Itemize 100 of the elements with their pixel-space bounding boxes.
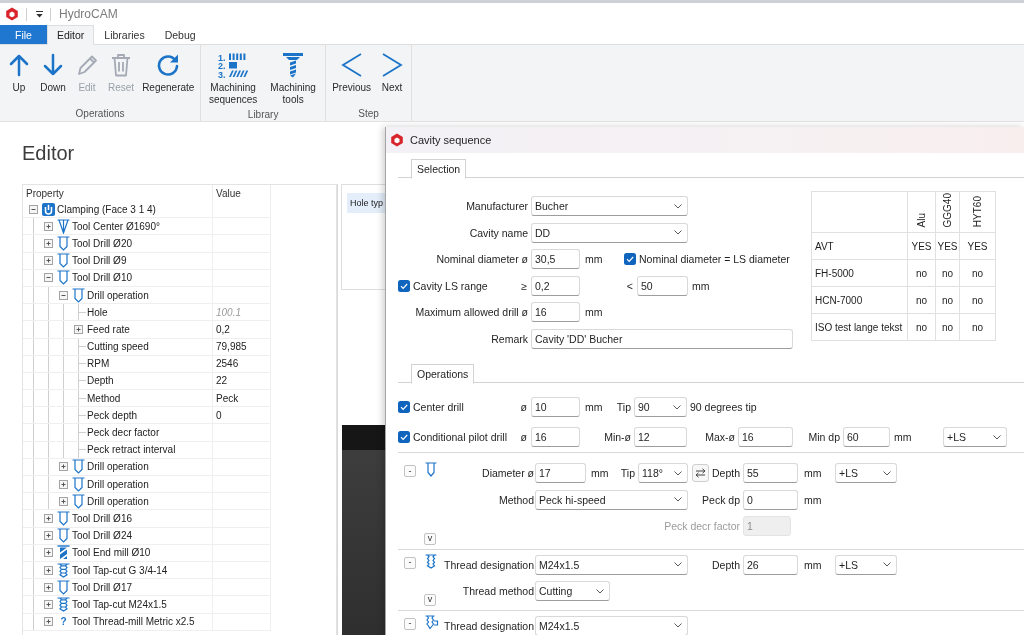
plus-box-icon[interactable] [44, 582, 53, 592]
tree-item[interactable]: Drill operation [87, 461, 149, 473]
checkbox-label: Nominal diameter = LS diameter [639, 253, 790, 266]
swap-button[interactable] [692, 464, 709, 483]
quick-access-caret-icon[interactable] [36, 10, 43, 18]
tab[interactable]: Operations [411, 364, 475, 384]
plus-box-icon[interactable] [74, 324, 83, 334]
text-field[interactable]: 26 [743, 554, 798, 575]
expand-button[interactable]: v [424, 532, 436, 545]
tree-item[interactable]: Feed rate [87, 323, 130, 335]
plus-box-icon[interactable] [44, 238, 53, 248]
tab[interactable]: Selection [411, 159, 467, 179]
ribbon-button[interactable]: Up [3, 52, 35, 94]
tree-item[interactable]: Tool Drill Ø17 [72, 581, 133, 593]
dropdown[interactable]: +LS [835, 554, 897, 575]
dropdown[interactable]: Peck hi-speed [535, 489, 688, 510]
tree-item[interactable]: Tool Thread-mill Metric x2.5 [72, 616, 195, 628]
field-label: Depth [710, 467, 741, 480]
plus-box-icon[interactable] [59, 462, 68, 472]
text-field[interactable]: 50 [637, 275, 688, 296]
checkbox[interactable] [398, 431, 410, 443]
table-cell: no [907, 286, 936, 314]
tree-item[interactable]: Drill operation [87, 495, 149, 507]
minus-box-icon[interactable] [59, 290, 68, 300]
dropdown[interactable]: M24x1.5 [535, 615, 688, 635]
expand-button[interactable]: v [424, 593, 436, 606]
text-field[interactable]: 0,2 [531, 275, 580, 296]
ribbon-button[interactable]: Machining tools [264, 52, 323, 106]
text-field[interactable]: 10 [531, 397, 580, 417]
ribbon-button[interactable]: Regenerate [139, 52, 198, 94]
text-field[interactable]: 16 [531, 302, 580, 323]
ribbon-tab[interactable]: Debug [154, 25, 206, 44]
plus-box-icon[interactable] [44, 548, 53, 558]
plus-box-icon[interactable] [44, 617, 53, 627]
table-cell: YES [959, 232, 996, 260]
ribbon-button[interactable]: Previous [329, 52, 375, 94]
ribbon-button[interactable]: Down [37, 52, 69, 94]
tree-item[interactable]: Peck retract interval [87, 444, 176, 456]
tree-item[interactable]: Tool Drill Ø9 [72, 255, 127, 267]
minus-box-icon[interactable] [29, 204, 38, 214]
text-field[interactable]: 60 [843, 427, 890, 447]
checkbox[interactable] [624, 253, 636, 266]
drill-icon [72, 459, 85, 475]
collapse-button[interactable]: - [404, 465, 416, 477]
tree-item[interactable]: Tool End mill Ø10 [72, 547, 151, 559]
plus-box-icon[interactable] [59, 479, 68, 489]
dropdown[interactable]: +LS [835, 463, 897, 484]
tree-item[interactable]: Tool Drill Ø10 [72, 272, 133, 284]
tree-item[interactable]: Tool Center Ø1690° [72, 220, 160, 232]
ribbon-button[interactable]: 1. 2. 3. Machining sequences [204, 52, 263, 106]
tree-item[interactable]: Peck depth [87, 409, 138, 421]
field-label: Max-ø [704, 431, 736, 443]
plus-box-icon[interactable] [59, 496, 68, 506]
dropdown[interactable]: Cutting [535, 581, 610, 602]
plus-box-icon[interactable] [44, 256, 53, 266]
tree-item[interactable]: Tool Drill Ø20 [72, 237, 133, 249]
dropdown[interactable]: 118° [638, 463, 688, 484]
tree-item[interactable]: Tool Tap-cut G 3/4-14 [72, 564, 168, 576]
plus-box-icon[interactable] [44, 531, 53, 541]
tree-item[interactable]: Tool Drill Ø16 [72, 512, 133, 524]
ribbon-tab[interactable]: Libraries [94, 25, 155, 44]
file-menu-button[interactable]: File [0, 25, 47, 44]
tree-item[interactable]: Drill operation [87, 289, 149, 301]
collapse-button[interactable]: - [404, 556, 416, 569]
dropdown[interactable]: +LS [943, 427, 1007, 447]
field-label: Min dp [807, 431, 841, 443]
plus-box-icon[interactable] [44, 513, 53, 523]
dropdown[interactable]: DD [531, 222, 688, 243]
dropdown[interactable]: Bucher [531, 196, 688, 217]
tree-item[interactable]: Clamping (Face 3 1 4) [57, 203, 156, 215]
checkbox[interactable] [398, 279, 410, 292]
text-field[interactable]: 17 [535, 463, 586, 484]
tree-item[interactable]: Peck decr factor [87, 427, 160, 439]
dropdown[interactable]: M24x1.5 [535, 554, 688, 575]
ribbon-button[interactable]: Next [376, 52, 409, 94]
collapse-button[interactable]: - [404, 617, 416, 630]
ribbon-tab[interactable]: Editor [46, 25, 95, 45]
text-field[interactable]: 0 [743, 489, 798, 510]
caret-icon [674, 562, 682, 568]
text-field[interactable]: 12 [634, 427, 687, 447]
tree-item[interactable]: Depth [87, 375, 114, 387]
tree-item[interactable]: Drill operation [87, 478, 149, 490]
tree-item[interactable]: Tool Drill Ø24 [72, 530, 133, 542]
text-field[interactable]: 16 [738, 427, 793, 447]
tree-item[interactable]: Method [87, 392, 121, 404]
property-value: 79,985 [216, 341, 247, 353]
tree-item[interactable]: Cutting speed [87, 341, 149, 353]
text-field[interactable]: 16 [531, 427, 580, 447]
text-field[interactable]: 30,5 [531, 249, 580, 270]
minus-box-icon[interactable] [44, 273, 53, 283]
tree-item[interactable]: Tool Tap-cut M24x1.5 [72, 598, 167, 610]
dropdown[interactable]: 90 [634, 397, 687, 417]
tree-item[interactable]: Hole [87, 306, 108, 318]
text-field[interactable]: 55 [743, 463, 798, 484]
plus-box-icon[interactable] [44, 565, 53, 575]
text-field[interactable]: Cavity 'DD' Bucher [531, 328, 793, 349]
plus-box-icon[interactable] [44, 221, 53, 231]
plus-box-icon[interactable] [44, 599, 53, 609]
tree-item[interactable]: RPM [87, 358, 110, 370]
checkbox[interactable] [398, 401, 410, 413]
